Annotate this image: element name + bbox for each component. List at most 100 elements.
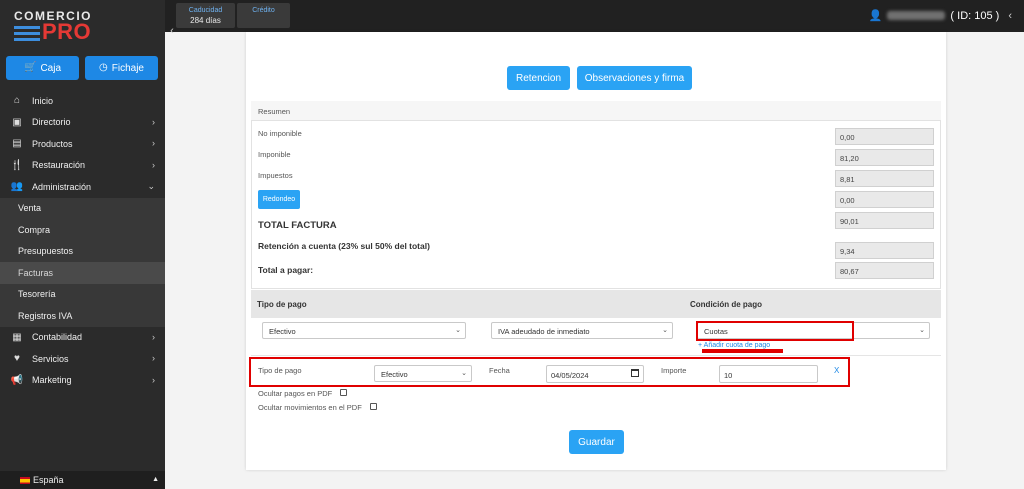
tipo-pago-select[interactable]: Efectivo ⌄: [262, 322, 466, 339]
language-label: España: [33, 475, 64, 485]
ocultar-pagos-label: Ocultar pagos en PDF: [258, 389, 333, 398]
heart-icon: ♥: [14, 353, 20, 365]
chevron-down-icon: ⌄: [147, 181, 155, 191]
cuota-fecha-label: Fecha: [489, 366, 510, 375]
cuota-tipo-label: Tipo de pago: [258, 366, 302, 375]
sidebar-subitem-registros-iva[interactable]: Registros IVA: [0, 305, 165, 327]
sidebar-item-contabilidad[interactable]: ▦ Contabilidad ›: [0, 327, 165, 349]
imponible-label: Imponible: [258, 150, 291, 159]
total-factura-label: TOTAL FACTURA: [258, 220, 337, 231]
cuota-fecha-input[interactable]: 04/05/2024: [546, 365, 644, 383]
user-name-redacted: [887, 11, 946, 20]
chevron-right-icon: ›: [152, 331, 155, 342]
total-factura-value: 90,01: [835, 212, 934, 229]
sidebar-item-marketing[interactable]: 📢 Marketing ›: [0, 370, 165, 392]
sidebar: COMERCIO PRO 🛒 Caja ◷ Fichaje ⌂ Inicio ▣…: [0, 0, 165, 489]
caja-button[interactable]: 🛒 Caja: [6, 56, 79, 80]
cart-icon: 🛒: [23, 62, 37, 73]
sidebar-subitem-presupuestos[interactable]: Presupuestos: [0, 241, 165, 263]
sidebar-item-label: Inicio: [32, 95, 54, 106]
chevron-right-icon: ›: [152, 353, 155, 363]
sidebar-item-inicio[interactable]: ⌂ Inicio: [0, 90, 165, 112]
sidebar-item-servicios[interactable]: ♥ Servicios ›: [0, 348, 165, 370]
iva-value: IVA adeudado de inmediato: [498, 327, 590, 336]
sidebar-subitem-tesoreria[interactable]: Tesorería: [0, 284, 165, 306]
ocultar-pagos-checkbox[interactable]: [340, 389, 347, 396]
box-icon: ▤: [12, 138, 22, 150]
sidebar-item-restauracion[interactable]: 🍴 Restauración ›: [0, 155, 165, 177]
caja-label: Caja: [40, 62, 62, 74]
sidebar-item-directorio[interactable]: ▣ Directorio ›: [0, 112, 165, 134]
retencion-button[interactable]: Retencion: [507, 66, 570, 90]
id-card-icon: ▣: [12, 116, 22, 128]
total-pagar-label: Total a pagar:: [258, 265, 314, 275]
redondeo-value: 0,00: [835, 191, 934, 208]
redondeo-button[interactable]: Redondeo: [258, 190, 300, 209]
observaciones-button[interactable]: Observaciones y firma: [577, 66, 692, 90]
ocultar-movimientos-label: Ocultar movimientos en el PDF: [258, 403, 362, 412]
fichaje-button[interactable]: ◷ Fichaje: [85, 56, 158, 80]
fichaje-label: Fichaje: [111, 62, 144, 74]
users-icon: 👥: [10, 181, 24, 193]
total-pagar-value: 80,67: [835, 262, 934, 279]
sidebar-item-label: Servicios: [32, 353, 69, 364]
chevron-down-icon: ⌄: [455, 327, 461, 334]
logo-text-bottom: PRO: [42, 19, 92, 44]
clock-icon: ◷: [99, 62, 108, 73]
administracion-submenu: Venta Compra Presupuestos Facturas Tesor…: [0, 197, 165, 327]
ocultar-movimientos-checkbox[interactable]: [370, 403, 377, 410]
language-selector[interactable]: España ▲: [0, 471, 165, 489]
no-imponible-label: No imponible: [258, 129, 302, 138]
user-id: ( ID: 105 ): [950, 9, 1000, 22]
chevron-right-icon: ›: [152, 159, 155, 170]
cuota-fecha-value: 04/05/2024: [551, 371, 589, 380]
chevron-down-icon: ⌄: [662, 327, 668, 334]
caducidad-value: 284 días: [190, 16, 221, 25]
cuota-tipo-select[interactable]: Efectivo ⌄: [374, 365, 472, 382]
divider: [251, 355, 941, 356]
credito-badge[interactable]: Crédito: [237, 3, 290, 28]
sidebar-item-label: Productos: [32, 138, 73, 149]
highlight-condicion: [696, 321, 854, 341]
imponible-value: 81,20: [835, 149, 934, 166]
sidebar-subitem-venta[interactable]: Venta: [0, 198, 165, 220]
caducidad-badge[interactable]: Caducidad 284 días: [176, 3, 235, 28]
quick-buttons: 🛒 Caja ◷ Fichaje: [6, 56, 158, 80]
sidebar-item-label: Marketing: [32, 375, 72, 386]
retencion-cuenta-label: Retención a cuenta (23% sul 50% del tota…: [258, 241, 430, 251]
comercio-pro-logo[interactable]: COMERCIO PRO: [14, 9, 104, 44]
sidebar-subitem-facturas[interactable]: Facturas: [0, 262, 165, 284]
logo-bars-icon: [14, 26, 40, 44]
pago-header-row: [251, 290, 941, 318]
calculator-icon: ▦: [12, 331, 22, 343]
calendar-icon[interactable]: [631, 369, 639, 377]
impuestos-label: Impuestos: [258, 171, 293, 180]
guardar-button[interactable]: Guardar: [569, 430, 624, 454]
cuota-importe-value: 10: [724, 371, 733, 380]
highlight-underline: [702, 349, 783, 353]
sidebar-item-productos[interactable]: ▤ Productos ›: [0, 133, 165, 155]
sidebar-item-administracion[interactable]: 👥 Administración ⌄: [0, 176, 165, 198]
sidebar-item-label: Administración: [32, 181, 92, 192]
sidebar-item-label: Restauración: [32, 160, 86, 171]
cuota-importe-input[interactable]: 10: [719, 365, 818, 383]
caret-up-icon: ▲: [152, 476, 159, 483]
sidebar-menu: ⌂ Inicio ▣ Directorio › ▤ Productos › 🍴 …: [0, 90, 165, 391]
cuota-tipo-value: Efectivo: [381, 370, 408, 379]
sidebar-subitem-compra[interactable]: Compra: [0, 219, 165, 241]
tipo-pago-value: Efectivo: [269, 327, 296, 336]
condicion-pago-header: Condición de pago: [690, 300, 762, 309]
home-icon: ⌂: [13, 95, 21, 107]
sidebar-item-label: Directorio: [32, 117, 71, 128]
iva-select[interactable]: IVA adeudado de inmediato ⌄: [491, 322, 673, 339]
cuota-importe-label: Importe: [661, 366, 687, 375]
caducidad-label: Caducidad: [188, 7, 223, 14]
credito-label: Crédito: [252, 7, 275, 14]
add-cuota-link[interactable]: + Añadir cuota de pago: [698, 342, 770, 349]
utensils-icon: 🍴: [10, 159, 24, 171]
sidebar-item-label: Contabilidad: [32, 332, 83, 343]
remove-cuota-button[interactable]: X: [834, 366, 839, 375]
user-menu[interactable]: 👤 ( ID: 105 ) ‹: [868, 9, 1012, 23]
user-icon: 👤: [868, 10, 883, 22]
resumen-title: Resumen: [251, 101, 941, 121]
